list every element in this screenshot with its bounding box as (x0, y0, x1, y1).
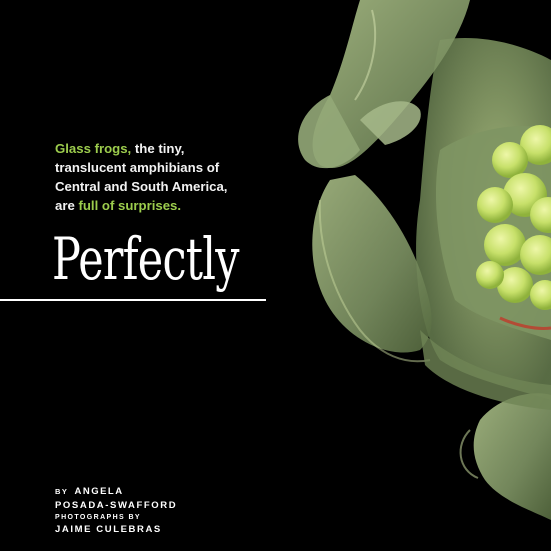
deck-accent-surprises: full of surprises. (78, 198, 182, 213)
deck-text-3: Central and South America, (55, 179, 228, 194)
page-title: Perfectly (52, 225, 239, 293)
deck-accent-glass-frogs: Glass frogs, (55, 141, 132, 156)
article-page: Glass frogs, the tiny, translucent amphi… (0, 0, 551, 551)
title-underline (0, 299, 266, 301)
deck-text-2: translucent amphibians of (55, 160, 220, 175)
author-last-name: POSADA-SWAFFORD (55, 500, 178, 511)
deck-text-1: the tiny, (131, 141, 185, 156)
byline-prefix: BY (55, 487, 69, 496)
deck-text-4: are (55, 198, 79, 213)
article-deck: Glass frogs, the tiny, translucent amphi… (55, 139, 285, 215)
byline: BY ANGELA POSADA-SWAFFORD (55, 481, 177, 512)
photographer-name: JAIME CULEBRAS (55, 524, 162, 535)
photo-credits: PHOTOGRAPHS BY JAIME CULEBRAS (55, 512, 162, 536)
photo-credit-label: PHOTOGRAPHS BY (55, 514, 141, 521)
author-first-name: ANGELA (74, 486, 124, 497)
